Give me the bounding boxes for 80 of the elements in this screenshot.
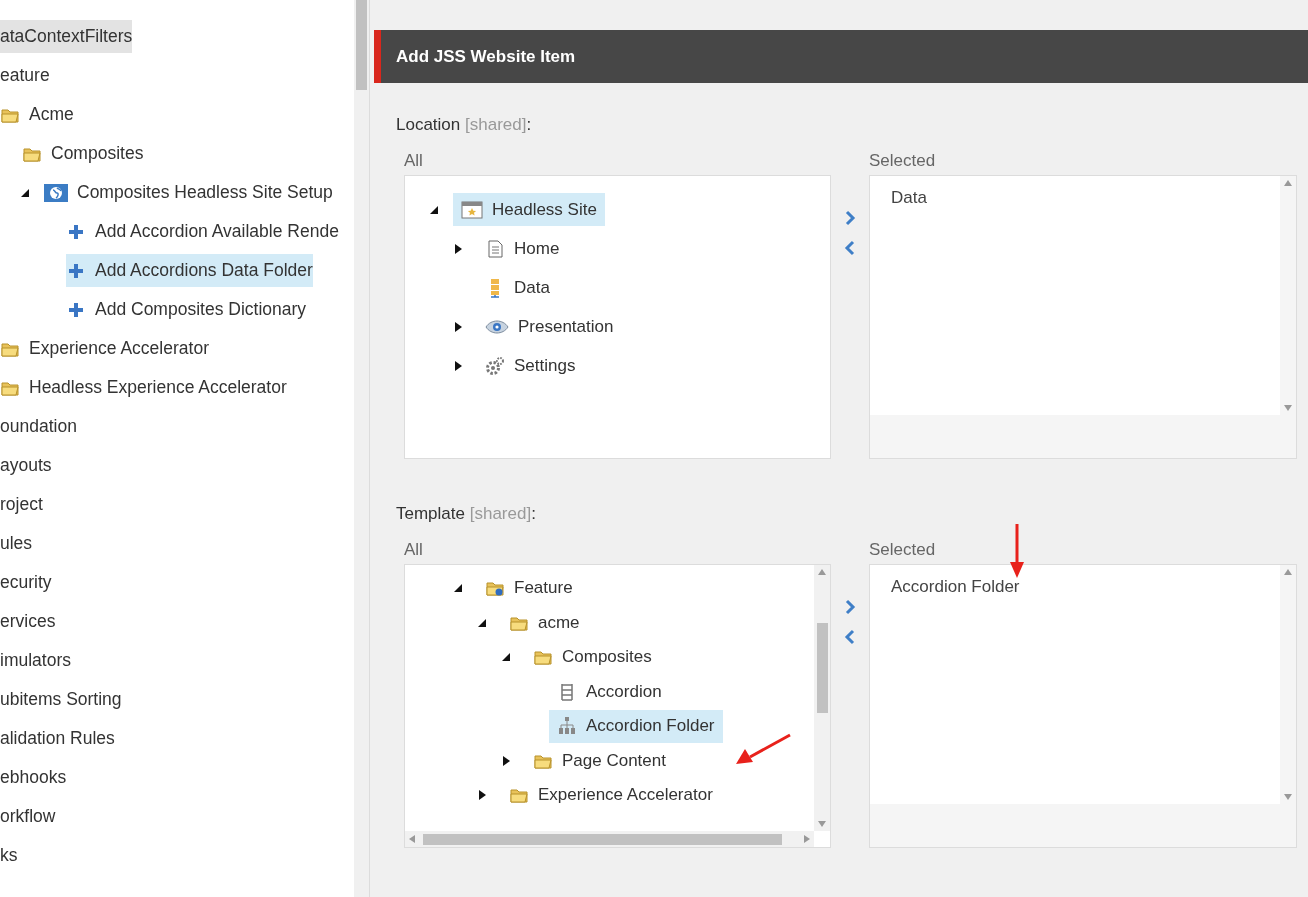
gear-icon (485, 355, 505, 376)
scroll-up-icon[interactable] (1284, 569, 1292, 575)
tree-item[interactable]: roject (0, 488, 43, 521)
scroll-right-icon[interactable] (804, 835, 810, 843)
hierarchy-icon (557, 716, 577, 737)
expand-toggle[interactable] (477, 617, 487, 628)
expand-toggle[interactable] (429, 204, 439, 215)
scroll-up-icon[interactable] (1284, 180, 1292, 186)
tree-item[interactable]: ervices (0, 605, 56, 638)
chevron-right-icon (844, 210, 856, 226)
tree-item[interactable]: Page Content (525, 744, 674, 778)
scrollbar-thumb[interactable] (423, 833, 782, 845)
vertical-scrollbar[interactable] (814, 565, 830, 831)
chevron-right-icon (844, 599, 856, 615)
chevron-left-icon (844, 629, 856, 645)
tree-item[interactable]: ecurity (0, 566, 52, 599)
tree-item[interactable]: ubitems Sorting (0, 683, 122, 716)
field-label: Template [shared]: (396, 504, 537, 525)
tree-item[interactable]: Composites (22, 137, 144, 170)
tree-item[interactable]: alidation Rules (0, 722, 115, 755)
annotation-arrow (736, 733, 792, 765)
column-label: Selected (869, 540, 937, 561)
expand-toggle[interactable] (453, 321, 463, 332)
tree-item[interactable]: orkflow (0, 800, 56, 833)
scrollbar-thumb[interactable] (356, 0, 367, 90)
expand-toggle[interactable] (477, 790, 487, 801)
tree-item[interactable]: Headless Experience Accelerator (0, 371, 287, 404)
vertical-scrollbar[interactable] (354, 0, 370, 897)
tree-item[interactable]: Data (477, 271, 558, 304)
window-icon (461, 199, 483, 220)
tree-item[interactable]: Composites Headless Site Setup (44, 176, 333, 209)
tree-item[interactable]: Accordion Folder (549, 709, 723, 743)
tree-item[interactable]: oundation (0, 410, 77, 443)
scrollbar-thumb[interactable] (816, 623, 828, 713)
scroll-down-icon[interactable] (1284, 405, 1292, 411)
tree-item[interactable]: acme (501, 606, 588, 640)
tree-item[interactable]: ebhooks (0, 761, 67, 794)
tree-item[interactable]: imulators (0, 644, 71, 677)
tree-item[interactable]: Presentation (477, 310, 622, 343)
tree-item[interactable]: ayouts (0, 449, 52, 482)
column-label: All (404, 151, 424, 172)
tree-item[interactable]: Experience Accelerator (0, 332, 209, 365)
list-item[interactable]: Data (891, 188, 1280, 214)
tree-item[interactable]: Experience Accelerator (501, 778, 721, 812)
tree-item[interactable]: ules (0, 527, 33, 560)
scroll-down-icon[interactable] (818, 821, 826, 827)
vertical-scrollbar[interactable] (1280, 565, 1296, 804)
expand-toggle[interactable] (501, 652, 511, 663)
expand-toggle[interactable] (20, 187, 30, 198)
tree-item[interactable]: Add Accordion Available Rende (66, 215, 339, 248)
tree-item[interactable]: eature (0, 59, 50, 92)
field-label: Location [shared]: (396, 115, 533, 136)
chevron-left-icon (844, 240, 856, 256)
tree-item[interactable]: Settings (477, 349, 584, 382)
scroll-down-icon[interactable] (1284, 794, 1292, 800)
column-label: All (404, 540, 424, 561)
expand-toggle[interactable] (453, 243, 463, 254)
tree-item[interactable]: Acme (0, 98, 74, 131)
tree-item[interactable]: Composites (525, 640, 660, 674)
tree-item[interactable]: ks (0, 839, 18, 872)
list-item[interactable]: Accordion Folder (891, 577, 1280, 603)
annotation-arrow (1009, 524, 1025, 578)
tree-item[interactable]: Home (477, 232, 568, 265)
tree-item[interactable]: Accordion (549, 675, 670, 709)
scroll-up-icon[interactable] (818, 569, 826, 575)
vertical-scrollbar[interactable] (1280, 176, 1296, 415)
dialog-title: Add JSS Website Item (374, 30, 1308, 83)
globe-icon (44, 182, 68, 203)
tree-item[interactable]: Add Composites Dictionary (66, 293, 307, 326)
expand-toggle[interactable] (501, 755, 511, 766)
scroll-left-icon[interactable] (409, 835, 415, 843)
column-label: Selected (869, 151, 937, 172)
tree-item[interactable]: ataContextFilters (0, 20, 133, 53)
tree-item[interactable]: Add Accordions Data Folder (66, 254, 313, 287)
horizontal-scrollbar[interactable] (405, 831, 814, 847)
expand-toggle[interactable] (453, 360, 463, 371)
tree-item[interactable]: Headless Site (453, 193, 605, 226)
expand-toggle[interactable] (453, 583, 463, 594)
tree-item[interactable]: Feature (477, 571, 581, 605)
document-icon (485, 238, 505, 259)
